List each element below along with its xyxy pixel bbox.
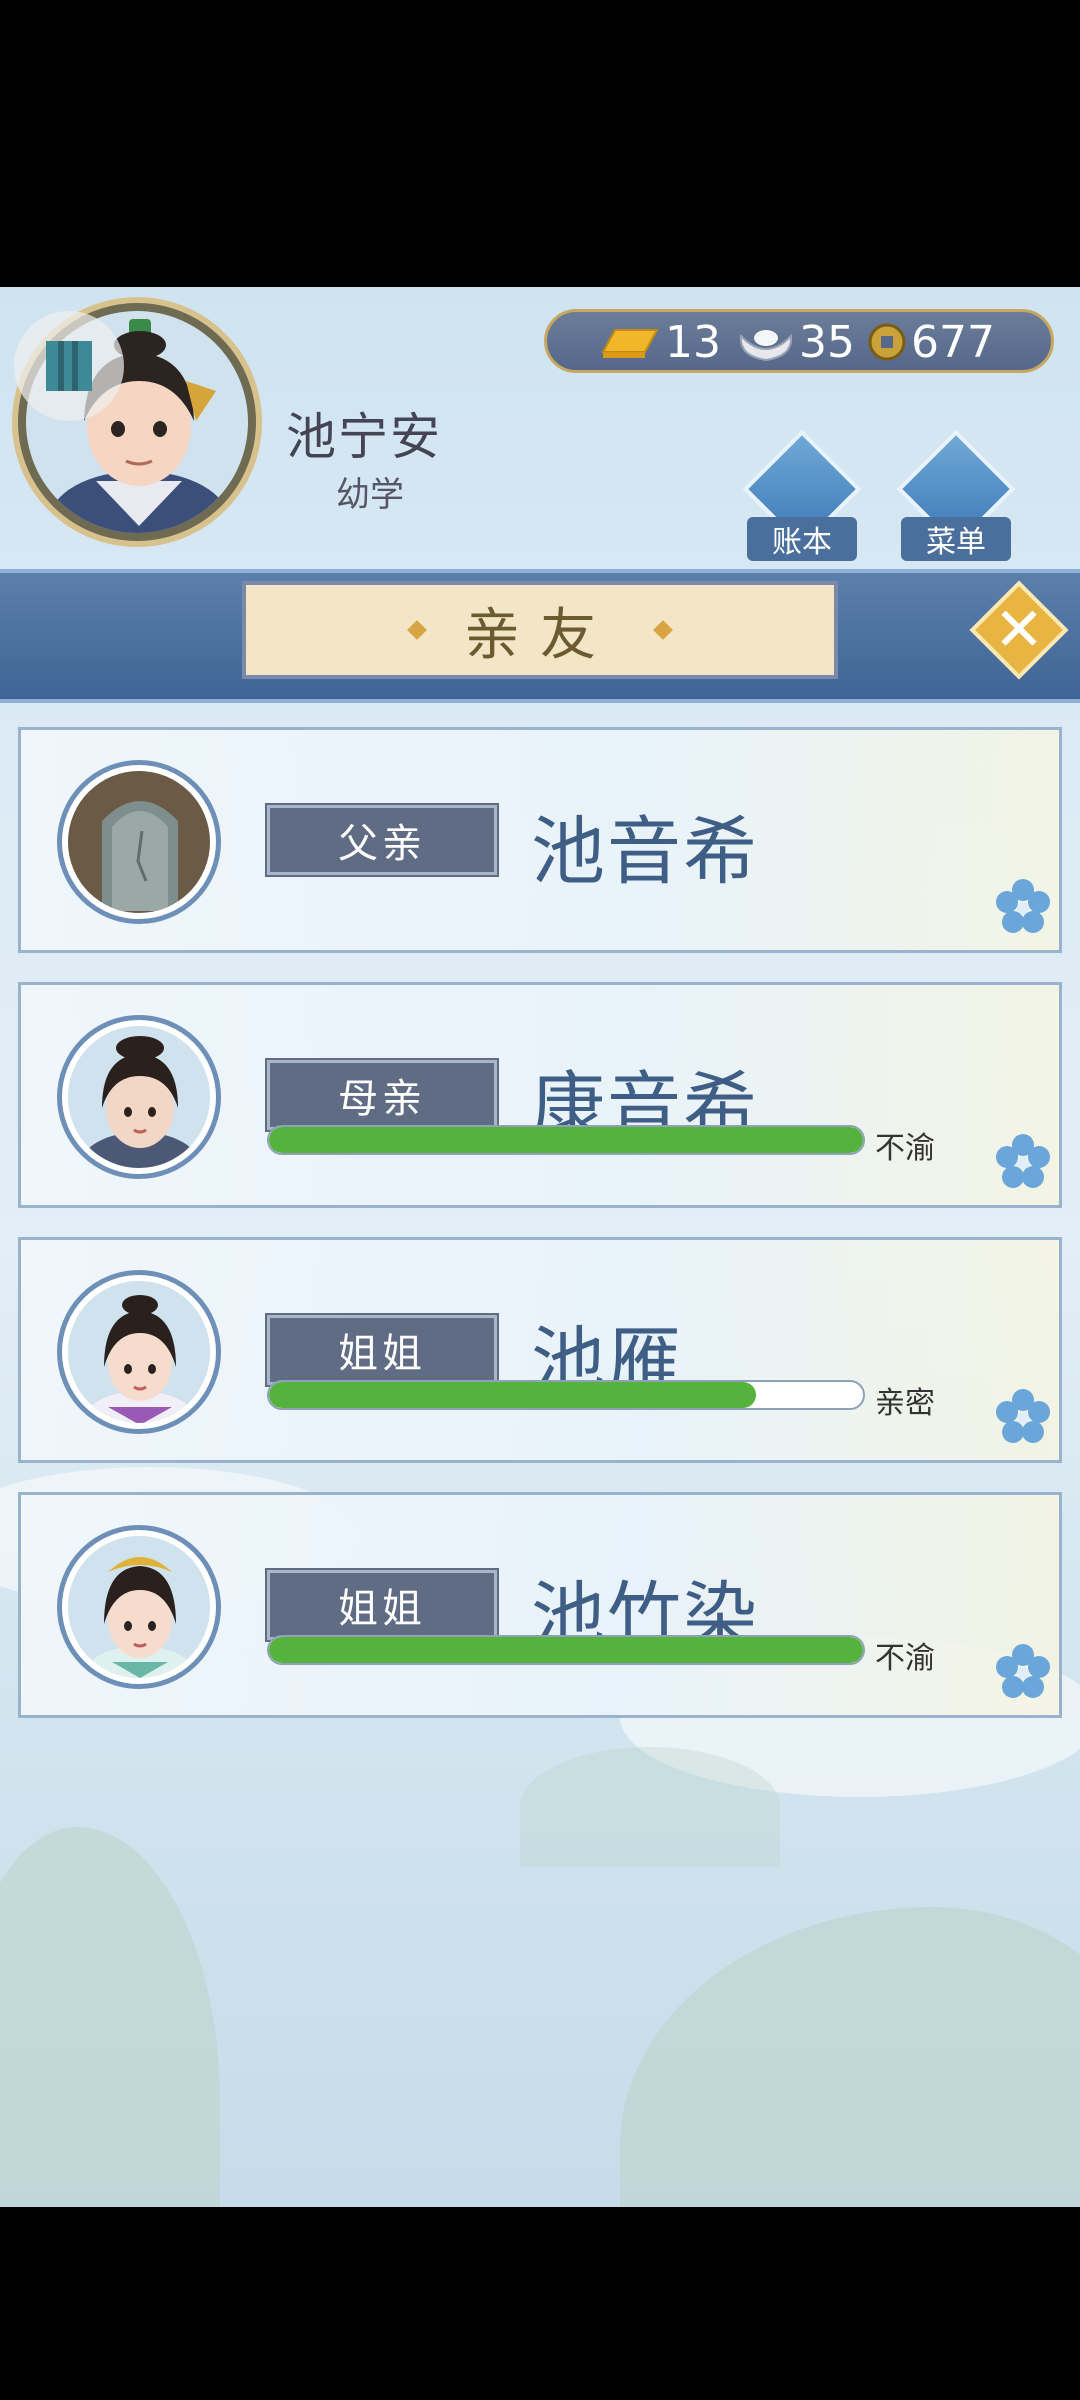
relative-portrait: [57, 1525, 221, 1689]
gold-count: 13: [665, 316, 721, 368]
relative-role: 母亲: [265, 1058, 499, 1132]
affection-label: 不渝: [875, 1641, 935, 1676]
affection-bar: [267, 1125, 865, 1155]
affection-label: 亲密: [875, 1386, 935, 1421]
bg-mountain: [620, 1907, 1080, 2207]
coin-count: 677: [911, 316, 995, 368]
silver-count: 35: [799, 316, 855, 368]
book-button[interactable]: [14, 311, 124, 421]
menu-button[interactable]: 菜单: [896, 429, 1016, 561]
relative-portrait: [57, 760, 221, 924]
page-title: 亲友: [464, 602, 616, 668]
affection-fill: [269, 1637, 863, 1663]
affection-label: 不渝: [875, 1131, 935, 1166]
flower-icon: [996, 1644, 1050, 1698]
bg-mountain: [0, 1827, 220, 2207]
close-icon: ✕: [993, 595, 1045, 665]
flower-icon: [996, 879, 1050, 933]
ledger-label: 账本: [747, 517, 857, 561]
relative-role: 姐姐: [265, 1313, 499, 1387]
sister-portrait-icon: [68, 1281, 210, 1423]
title-banner: 亲友 ✕: [0, 569, 1080, 703]
bg-mountain: [520, 1747, 780, 1867]
relative-card[interactable]: 姐姐 池雁 亲密: [18, 1237, 1062, 1463]
affection-bar: [267, 1635, 865, 1665]
resource-bar: 13 35 677: [544, 309, 1054, 373]
copper-coin-icon: [868, 323, 906, 361]
player-rank: 幼学: [336, 475, 404, 515]
relative-role: 父亲: [265, 803, 499, 877]
silver-resource: 35: [737, 316, 855, 368]
close-button[interactable]: ✕: [969, 580, 1069, 680]
gold-bar-icon: [601, 329, 659, 358]
affection-bar: [267, 1380, 865, 1410]
player-name: 池宁安: [286, 408, 442, 466]
tombstone-icon: [68, 771, 210, 913]
mother-portrait-icon: [68, 1026, 210, 1168]
relative-card[interactable]: 母亲 康音希 不渝: [18, 982, 1062, 1208]
diamond-ornament-icon: [653, 620, 673, 640]
title-plate: 亲友: [242, 581, 838, 679]
relative-portrait: [57, 1270, 221, 1434]
gold-resource: 13: [599, 316, 721, 368]
relative-card[interactable]: 姐姐 池竹染 不渝: [18, 1492, 1062, 1718]
coin-resource: 677: [867, 316, 995, 368]
sister-portrait-icon: [68, 1536, 210, 1678]
ledger-button[interactable]: 账本: [742, 429, 862, 561]
flower-icon: [996, 1134, 1050, 1188]
silver-ingot-icon: [739, 330, 793, 362]
diamond-ornament-icon: [407, 620, 427, 640]
book-icon: [46, 341, 92, 391]
relative-role: 姐姐: [265, 1568, 499, 1642]
relative-portrait: [57, 1015, 221, 1179]
relative-name: 池音希: [531, 809, 759, 895]
flower-icon: [996, 1389, 1050, 1443]
affection-fill: [269, 1382, 757, 1408]
relative-card[interactable]: 父亲 池音希: [18, 727, 1062, 953]
affection-fill: [269, 1127, 863, 1153]
game-screen: 池宁安 幼学 13 35 677 账本 菜单 亲友 ✕ 父亲 池音希 母亲 康音…: [0, 287, 1080, 2207]
menu-label: 菜单: [901, 517, 1011, 561]
